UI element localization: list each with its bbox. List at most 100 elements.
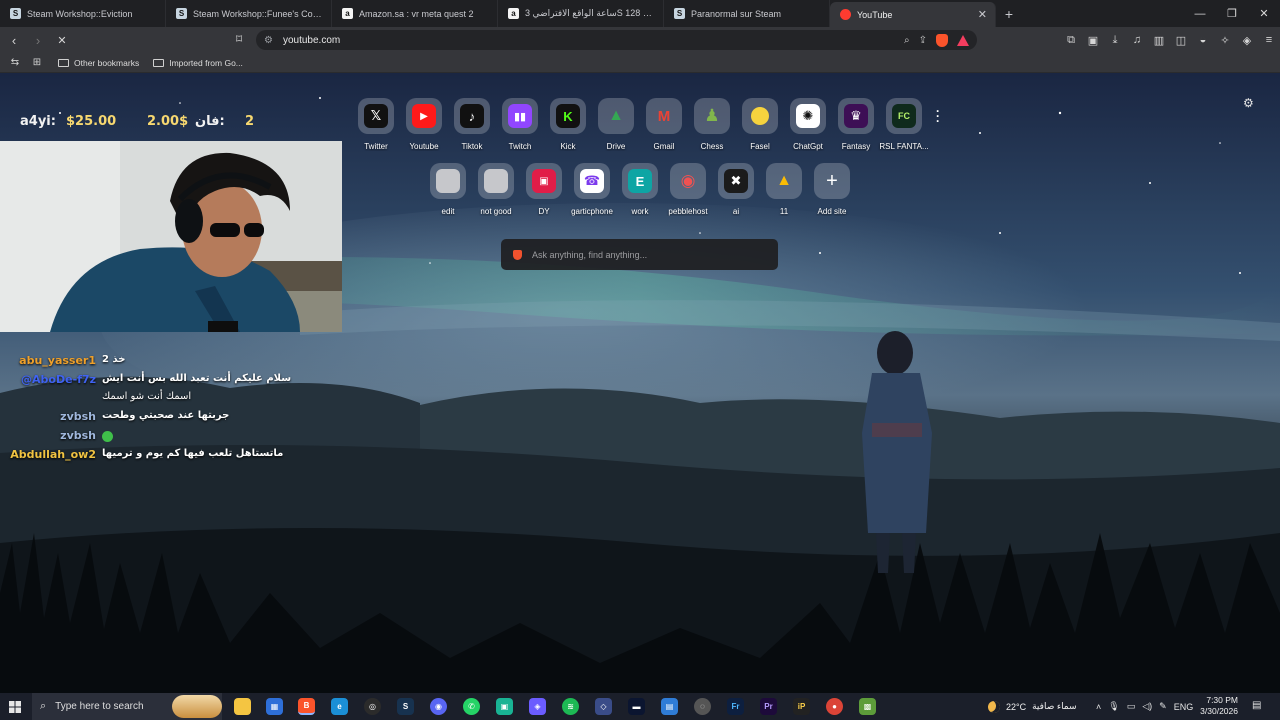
chat-text: اسمك أنت شو اسمك <box>102 391 192 402</box>
whatsapp-icon[interactable]: ✆ <box>463 698 480 715</box>
shield-icon[interactable]: ◈ <box>1240 34 1254 47</box>
tab-amazon-arabic[interactable]: a ساعة الواقع الافتراضي 3S بسعة 128 - <box>498 0 664 27</box>
tab-steam-eviction[interactable]: S Steam Workshop::Eviction <box>0 0 166 27</box>
tab-amazon-quest[interactable]: a Amazon.sa : vr meta quest 2 <box>332 0 498 27</box>
wallet-icon[interactable]: ▣ <box>1086 34 1100 47</box>
speed-dial-garticphone[interactable]: ☎ <box>574 163 610 199</box>
restore-icon[interactable]: ❐ <box>1216 0 1248 27</box>
speed-dial-work[interactable]: E <box>622 163 658 199</box>
new-tab-button[interactable]: + <box>996 0 1022 27</box>
speed-dial-11[interactable]: ▲ <box>766 163 802 199</box>
speed-dial-pebblehost[interactable]: ◉ <box>670 163 706 199</box>
vpn-icon[interactable]: ◒ <box>1196 34 1210 46</box>
dy-icon: ▣ <box>532 169 556 193</box>
kick-icon: K <box>556 104 580 128</box>
speed-dial-drive[interactable]: ▲ <box>598 98 634 134</box>
back-icon[interactable]: ‹ <box>4 30 24 50</box>
terminal-icon[interactable]: ▬ <box>628 698 645 715</box>
language-indicator[interactable]: ENG <box>1174 702 1194 712</box>
tab-steam-funee[interactable]: S Steam Workshop::Funee's CoD: WaW <box>166 0 332 27</box>
extensions-icon[interactable]: ⧉ <box>1064 34 1078 47</box>
customize-settings-icon[interactable]: ⚙ <box>1243 96 1254 110</box>
brave-rewards-icon[interactable] <box>957 34 969 46</box>
download-icon[interactable]: ⤓ <box>1108 34 1122 47</box>
tab-title: ساعة الواقع الافتراضي 3S بسعة 128 - <box>525 8 655 18</box>
speed-dial-twitter[interactable]: 𝕏 <box>358 98 394 134</box>
pen-icon[interactable]: ✎ <box>1159 701 1167 712</box>
address-bar[interactable]: ⚙ youtube.com ⌕ ⇪ <box>256 30 977 50</box>
sidebar-icon[interactable]: ▥ <box>1152 34 1166 47</box>
start-button[interactable] <box>0 693 30 720</box>
fasel-icon <box>751 107 769 125</box>
chat-text: ماتستاهل تلعب فيها كم يوم و ترميها <box>102 448 284 459</box>
speed-dial-ai[interactable]: ✖ <box>718 163 754 199</box>
network-icon[interactable]: ▭ <box>1127 701 1136 712</box>
vpn-app-icon[interactable]: ◇ <box>595 698 612 715</box>
weather-widget[interactable]: 22°C سماء صافية <box>988 693 1077 720</box>
site-info-icon[interactable]: ⚙ <box>264 35 273 46</box>
speed-dial-not-good[interactable] <box>478 163 514 199</box>
bookmark-other[interactable]: Other bookmarks <box>58 58 139 68</box>
search-icon: ⌕ <box>40 700 47 712</box>
brave-browser-icon[interactable]: B <box>298 698 315 715</box>
brave-search-icon <box>513 249 522 260</box>
speed-dial-rsl-fantasy[interactable]: FC <box>886 98 922 134</box>
speed-dial-fantasy[interactable]: ♛ <box>838 98 874 134</box>
share-icon[interactable]: ⇪ <box>919 35 927 46</box>
spotify-icon[interactable]: ≋ <box>562 698 579 715</box>
forward-icon[interactable]: › <box>28 30 48 50</box>
tab-paranormal-steam[interactable]: S Paranormal sur Steam <box>664 0 830 27</box>
speed-dial-twitch[interactable]: ▮▮ <box>502 98 538 134</box>
plus-icon: + <box>826 169 838 192</box>
chrome-icon[interactable]: ● <box>826 698 843 715</box>
app-icon[interactable]: ▣ <box>496 698 513 715</box>
stop-loading-icon[interactable]: ✕ <box>52 30 72 50</box>
adobe-fresco-icon[interactable]: Fr <box>727 698 744 715</box>
speed-dial-kick[interactable]: K <box>550 98 586 134</box>
speed-dial-tiktok[interactable]: ♪ <box>454 98 490 134</box>
brave-shields-icon[interactable] <box>936 33 948 47</box>
obs-icon[interactable]: ◎ <box>364 698 381 715</box>
search-input[interactable]: Ask anything, find anything... <box>501 239 778 270</box>
ip-tool-icon[interactable]: iP <box>793 698 810 715</box>
speed-dial-fasel[interactable] <box>742 98 778 134</box>
speed-dial-chatgpt[interactable]: ✺ <box>790 98 826 134</box>
edge-icon[interactable]: e <box>331 698 348 715</box>
minimize-icon[interactable]: — <box>1184 0 1216 27</box>
file-explorer-icon[interactable] <box>234 698 251 715</box>
notification-icon[interactable]: ▤ <box>1252 700 1261 711</box>
minecraft-icon[interactable]: ▩ <box>859 698 876 715</box>
more-options-icon[interactable]: · · · <box>936 105 940 127</box>
discord-icon[interactable]: ◉ <box>430 698 447 715</box>
microphone-icon[interactable]: 🎙︎ <box>1108 701 1119 712</box>
steam-icon[interactable]: S <box>397 698 414 715</box>
menu-icon[interactable]: ≡ <box>1262 34 1276 46</box>
premiere-pro-icon[interactable]: Pr <box>760 698 777 715</box>
remote-desktop-icon[interactable]: ▤ <box>661 698 678 715</box>
close-window-icon[interactable]: ✕ <box>1248 0 1280 27</box>
zoom-icon[interactable]: ⌕ <box>904 35 910 46</box>
add-site-button[interactable]: + <box>814 163 850 199</box>
brave-wallet-icon[interactable]: ◫ <box>1174 34 1188 47</box>
game-controller-icon[interactable]: ◈ <box>529 698 546 715</box>
speed-dial-dy[interactable]: ▣ <box>526 163 562 199</box>
speed-dial-edit[interactable] <box>430 163 466 199</box>
leo-ai-icon[interactable]: ✧ <box>1218 34 1232 47</box>
side-panel-icon[interactable]: ⇆ <box>8 57 22 68</box>
close-tab-icon[interactable]: ✕ <box>978 8 987 21</box>
music-icon[interactable]: ♫ <box>1130 34 1144 46</box>
speed-dial-youtube[interactable]: ▶ <box>406 98 442 134</box>
volume-icon[interactable]: ◁) <box>1142 701 1152 712</box>
speed-dial-chess[interactable]: ♟ <box>694 98 730 134</box>
bookmark-icon[interactable]: ⌑ <box>236 32 242 46</box>
tab-title: Amazon.sa : vr meta quest 2 <box>359 8 474 19</box>
store-icon[interactable]: ▦ <box>266 698 283 715</box>
tab-youtube[interactable]: YouTube ✕ <box>830 2 996 27</box>
taskbar-search[interactable]: ⌕ Type here to search <box>32 693 222 720</box>
taskbar-clock[interactable]: 7:30 PM 3/30/2026 <box>1196 695 1238 717</box>
tray-overflow-icon[interactable]: ˄ <box>1096 702 1101 712</box>
bookmark-imported[interactable]: Imported from Go... <box>153 58 243 68</box>
speed-dial-gmail[interactable]: M <box>646 98 682 134</box>
settings-app-icon[interactable]: ◌ <box>694 698 711 715</box>
apps-grid-icon[interactable]: ⊞ <box>30 57 44 68</box>
